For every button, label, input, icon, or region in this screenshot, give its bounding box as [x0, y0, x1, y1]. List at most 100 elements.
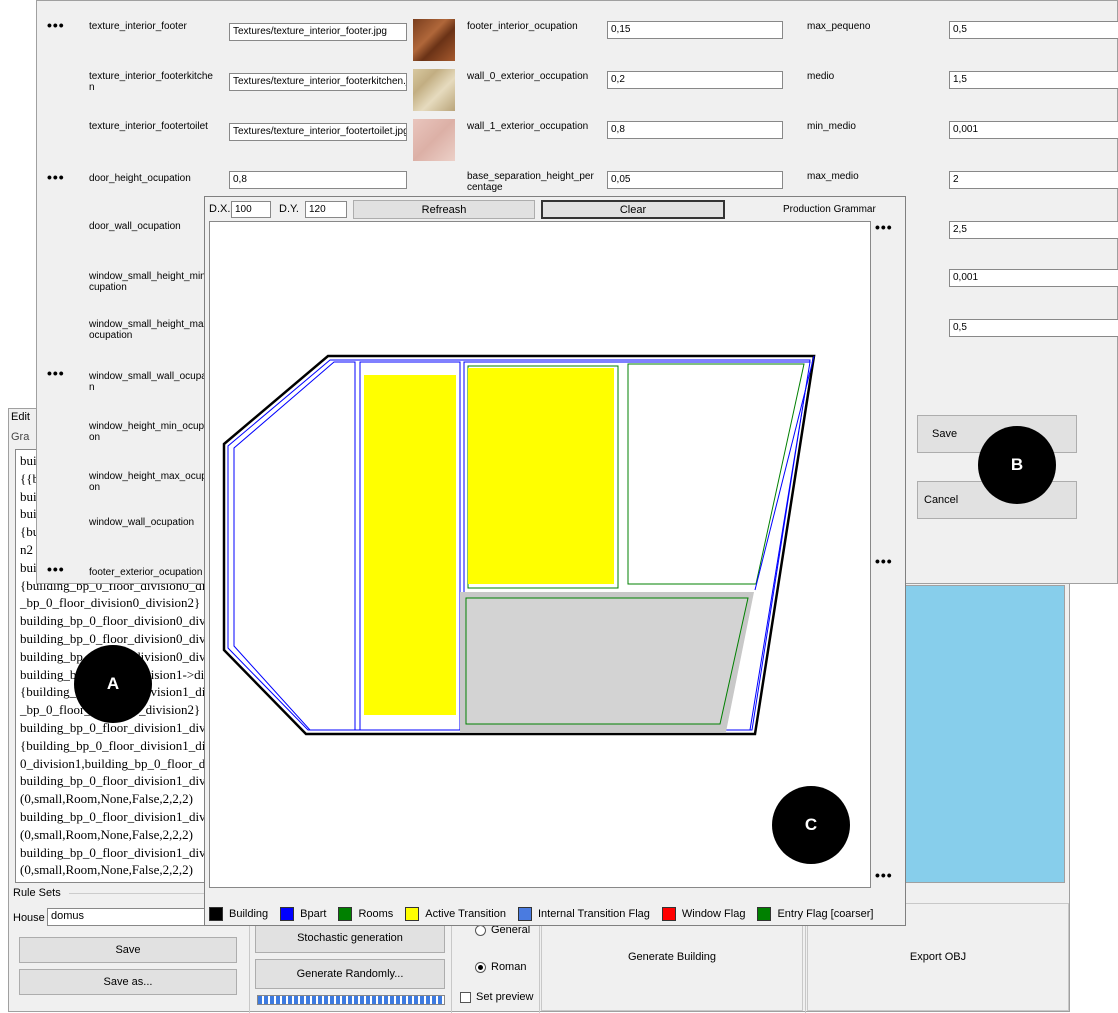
legend-item: Window Flag: [661, 907, 746, 921]
legend-item: Entry Flag [coarser]: [757, 907, 873, 921]
legend-swatch-icon: [517, 907, 532, 921]
radio-roman[interactable]: Roman: [475, 961, 526, 973]
more-dots-icon[interactable]: •••: [47, 561, 65, 577]
room-active-small: [468, 368, 614, 584]
more-dots-icon[interactable]: •••: [875, 219, 893, 235]
param-label: wall_1_exterior_occupation: [467, 121, 589, 132]
building-preview-panel: [905, 585, 1065, 883]
legend-swatch-icon: [338, 907, 353, 921]
radio-roman-label: Roman: [491, 961, 527, 973]
legend-label: Active Transition: [425, 908, 506, 920]
refresh-button[interactable]: Refreash: [353, 200, 535, 219]
param-input[interactable]: 0,8: [229, 171, 407, 189]
param-label: max_medio: [807, 171, 859, 182]
dx-input[interactable]: 100: [231, 201, 271, 218]
param-input[interactable]: 0,2: [607, 71, 783, 89]
production-grammar-label: Production Grammar: [783, 204, 876, 215]
param-label: min_medio: [807, 121, 856, 132]
param-label: window_small_height_min_ cupation: [89, 271, 212, 293]
radio-on-icon: [475, 961, 486, 973]
generation-progress-bar: [257, 995, 445, 1005]
legend-swatch-icon: [405, 907, 420, 921]
marker-c: C: [772, 786, 850, 864]
legend-label: Rooms: [358, 908, 394, 920]
param-input[interactable]: 1,5: [949, 71, 1118, 89]
param-label: wall_0_exterior_occupation: [467, 71, 589, 82]
grammar-line: building_bp_0_floor_division1_division0-…: [20, 719, 238, 735]
param-label: window_small_height_max ocupation: [89, 319, 209, 341]
grammar-line: building_bp_0_floor_division0_division0-…: [20, 613, 238, 629]
legend-swatch-icon: [661, 907, 676, 921]
grammar-line: 0_division1,building_bp_0_floor_division…: [20, 755, 239, 771]
stochastic-generation-button[interactable]: Stochastic generation: [255, 923, 445, 953]
legend-swatch-icon: [209, 907, 223, 921]
grammar-line: building_bp_0_floor_division1_division4-…: [20, 879, 238, 882]
param-input[interactable]: Textures/texture_interior_footertoilet.j…: [229, 123, 407, 141]
param-label: door_wall_ocupation: [89, 221, 181, 232]
progress-fill: [258, 996, 444, 1004]
param-input[interactable]: Textures/texture_interior_footer.jpg: [229, 23, 407, 41]
legend-item: Active Transition: [405, 907, 506, 921]
param-label: base_separation_height_per centage: [467, 171, 594, 193]
legend-label: Entry Flag [coarser]: [777, 908, 874, 920]
param-label: medio: [807, 71, 835, 82]
grammar-line: building_bp_0_floor_division1_division1-…: [20, 773, 238, 789]
legend-item: Bpart: [280, 907, 326, 921]
rule-sets-label: Rule Sets: [13, 887, 61, 899]
drawing-canvas[interactable]: [209, 221, 871, 888]
save-as-button[interactable]: Save as...: [19, 969, 237, 995]
legend-item: Rooms: [338, 907, 393, 921]
legend-item: Building: [209, 907, 268, 921]
param-input[interactable]: 0,5: [949, 21, 1118, 39]
set-preview-checkbox[interactable]: Set preview: [460, 991, 533, 1003]
generate-randomly-button[interactable]: Generate Randomly...: [255, 959, 445, 989]
grammar-line: {building_bp_0_floor_division1_division0…: [20, 737, 238, 753]
grammar-line: (0,small,Room,None,False,2,2,2): [20, 826, 193, 842]
clear-button[interactable]: Clear: [541, 200, 725, 219]
param-input[interactable]: Textures/texture_interior_footerkitchen.…: [229, 73, 407, 91]
texture-preview-image: [413, 119, 455, 161]
legend: Building Bpart Rooms Active Transition Inter…: [209, 907, 885, 921]
more-dots-icon[interactable]: •••: [47, 365, 65, 381]
legend-swatch-icon: [280, 907, 295, 921]
more-dots-icon[interactable]: •••: [875, 867, 893, 883]
grammar-line: building_bp_0_floor_division1_division3-…: [20, 844, 238, 860]
grammar-line: building_bp_0_floor_division0_division1-…: [20, 630, 238, 646]
dy-input[interactable]: 120: [305, 201, 347, 218]
grammar-line: (0,small,Room,None,False,2,2,2): [20, 862, 193, 878]
param-input[interactable]: 0,8: [607, 121, 783, 139]
more-dots-icon[interactable]: •••: [47, 17, 65, 33]
room-grey: [465, 597, 749, 725]
param-input[interactable]: 0,001: [949, 269, 1118, 287]
legend-label: Bpart: [300, 908, 327, 920]
more-dots-icon[interactable]: •••: [875, 553, 893, 569]
dx-label: D.X.: [209, 203, 231, 215]
legend-label: Window Flag: [681, 908, 746, 920]
param-input[interactable]: 2: [949, 171, 1118, 189]
set-preview-label: Set preview: [476, 991, 534, 1003]
texture-preview-image: [413, 69, 455, 111]
house-label: House: [13, 912, 45, 924]
marker-a: A: [74, 645, 152, 723]
texture-preview-image: [413, 19, 455, 61]
param-input[interactable]: 0,05: [607, 171, 783, 189]
param-input[interactable]: 0,001: [949, 121, 1118, 139]
param-label: texture_interior_footerkitche n: [89, 71, 213, 93]
legend-item: Internal Transition Flag: [517, 907, 650, 921]
room-active-tall: [364, 375, 456, 715]
param-label: window_wall_ocupation: [89, 517, 195, 528]
grammar-group-title: Gra: [11, 431, 30, 443]
param-input[interactable]: 0,15: [607, 21, 783, 39]
grammar-line: building_bp_0_floor_division1_division2-…: [20, 808, 238, 824]
grammar-line: (0,small,Room,None,False,2,2,2): [20, 791, 193, 807]
more-dots-icon[interactable]: •••: [47, 169, 65, 185]
floorplan-svg: [222, 354, 816, 736]
param-label: window_small_wall_ocupa n: [89, 371, 207, 393]
radio-off-icon: [475, 924, 486, 936]
legend-swatch-icon: [757, 907, 772, 921]
save-rules-button[interactable]: Save: [19, 937, 237, 963]
param-input[interactable]: 0,5: [949, 319, 1118, 337]
param-input[interactable]: 2,5: [949, 221, 1118, 239]
param-label: texture_interior_footer: [89, 21, 187, 32]
edit-menu[interactable]: Edit: [11, 411, 30, 423]
